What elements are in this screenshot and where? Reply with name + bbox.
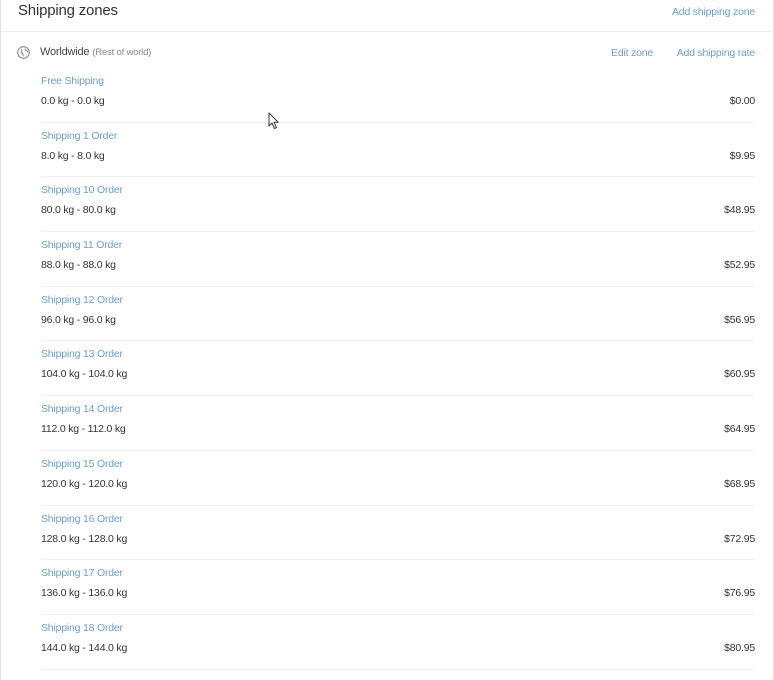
list-item: Shipping 17 Order 136.0 kg - 136.0 kg $7…: [1, 562, 773, 617]
rate-price: $0.00: [729, 95, 755, 107]
zone-subtitle: (Rest of world): [92, 47, 152, 58]
rate-name-link[interactable]: Shipping 12 Order: [41, 294, 123, 306]
row-divider: [41, 176, 755, 178]
row-divider: [41, 395, 755, 397]
zone-name-text: Worldwide: [40, 46, 90, 58]
rate-weight-range: 120.0 kg - 120.0 kg: [41, 477, 128, 490]
rate-price: $60.95: [724, 368, 755, 381]
edit-zone-link[interactable]: Edit zone: [611, 47, 653, 59]
row-divider: [41, 121, 755, 123]
list-item: Free Shipping 0.0 kg - 0.0 kg $0.00: [1, 70, 773, 125]
panel-header: Shipping zones Add shipping zone: [1, 0, 773, 30]
row-divider: [41, 613, 755, 615]
rate-weight-range: 128.0 kg - 128.0 kg: [41, 532, 128, 545]
row-divider: [41, 231, 755, 233]
globe-icon: [17, 46, 30, 59]
rate-weight-range: 136.0 kg - 136.0 kg: [41, 587, 128, 600]
zone-name: Worldwide (Rest of world): [40, 46, 151, 58]
list-item: Shipping 11 Order 88.0 kg - 88.0 kg $52.…: [1, 234, 773, 289]
list-item: Shipping 18 Order 144.0 kg - 144.0 kg $8…: [1, 617, 773, 672]
rate-price: $9.95: [729, 149, 755, 162]
rate-price: $52.95: [724, 259, 755, 272]
shipping-zones-panel: Shipping zones Add shipping zone Worldwi…: [0, 0, 774, 680]
rate-price: $68.95: [724, 477, 755, 490]
rate-weight-range: 112.0 kg - 112.0 kg: [41, 423, 126, 436]
page-title: Shipping zones: [18, 2, 118, 19]
list-item: Shipping 16 Order 128.0 kg - 128.0 kg $7…: [1, 508, 773, 563]
rate-name-link[interactable]: Shipping 18 Order: [41, 622, 123, 634]
rate-price: $48.95: [724, 204, 755, 217]
rate-name-link[interactable]: Shipping 17 Order: [41, 567, 123, 579]
rate-name-link[interactable]: Shipping 11 Order: [41, 239, 122, 251]
row-divider: [41, 668, 755, 670]
rate-name-link[interactable]: Shipping 1 Order: [41, 130, 117, 142]
add-shipping-zone-link[interactable]: Add shipping zone: [672, 6, 755, 18]
add-shipping-rate-link[interactable]: Add shipping rate: [677, 47, 756, 59]
rate-weight-range: 96.0 kg - 96.0 kg: [41, 313, 116, 326]
rate-name-link[interactable]: Shipping 14 Order: [41, 403, 123, 415]
rate-weight-range: 144.0 kg - 144.0 kg: [41, 641, 128, 654]
shipping-rates-list: Free Shipping 0.0 kg - 0.0 kg $0.00 Ship…: [1, 70, 773, 672]
rate-weight-range: 8.0 kg - 8.0 kg: [41, 149, 105, 162]
rate-weight-range: 0.0 kg - 0.0 kg: [41, 95, 105, 107]
rate-price: $80.95: [724, 641, 755, 654]
list-item: Shipping 13 Order 104.0 kg - 104.0 kg $6…: [1, 343, 773, 398]
row-divider: [41, 285, 755, 287]
row-divider: [41, 559, 755, 561]
rate-name-link[interactable]: Shipping 13 Order: [41, 348, 123, 360]
rate-name-link[interactable]: Shipping 10 Order: [41, 184, 123, 196]
rate-name-link[interactable]: Shipping 16 Order: [41, 513, 123, 525]
row-divider: [41, 340, 755, 342]
rate-price: $76.95: [724, 587, 755, 600]
rate-price: $64.95: [724, 423, 755, 436]
rate-weight-range: 88.0 kg - 88.0 kg: [41, 259, 116, 272]
list-item: Shipping 10 Order 80.0 kg - 80.0 kg $48.…: [1, 179, 773, 234]
list-item: Shipping 12 Order 96.0 kg - 96.0 kg $56.…: [1, 289, 773, 344]
rate-weight-range: 80.0 kg - 80.0 kg: [41, 204, 116, 217]
header-divider: [1, 31, 773, 32]
rate-weight-range: 104.0 kg - 104.0 kg: [41, 368, 128, 381]
zone-row-worldwide: Worldwide (Rest of world) Edit zone Add s…: [1, 42, 773, 64]
rate-name-link[interactable]: Free Shipping: [41, 75, 104, 87]
rate-price: $72.95: [724, 532, 755, 545]
rate-name-link[interactable]: Shipping 15 Order: [41, 458, 123, 470]
list-item: Shipping 1 Order 8.0 kg - 8.0 kg $9.95: [1, 125, 773, 180]
rate-price: $56.95: [724, 313, 755, 326]
row-divider: [41, 504, 755, 506]
row-divider: [41, 449, 755, 451]
list-item: Shipping 15 Order 120.0 kg - 120.0 kg $6…: [1, 453, 773, 508]
list-item: Shipping 14 Order 112.0 kg - 112.0 kg $6…: [1, 398, 773, 453]
